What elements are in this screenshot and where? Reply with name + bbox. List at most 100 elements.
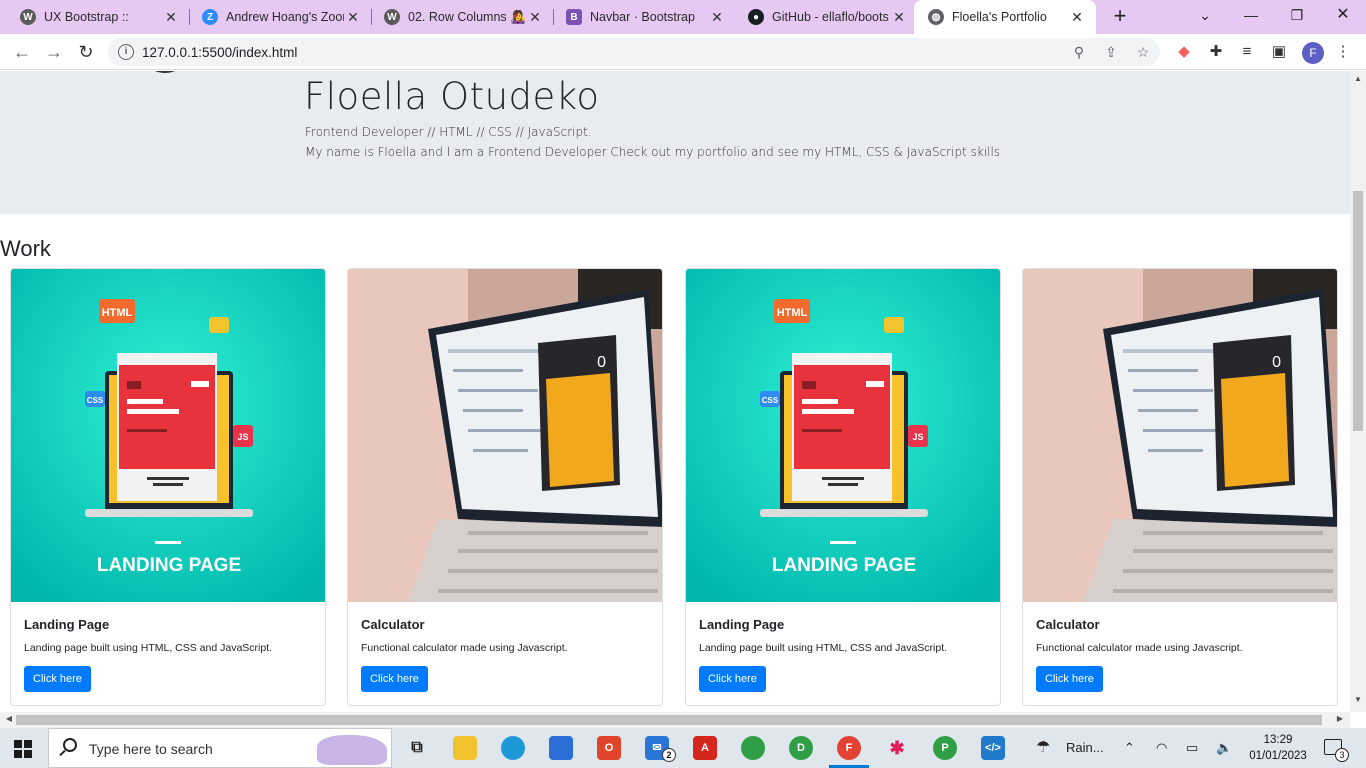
zoom-magnifier-icon[interactable]: ⚲ <box>1070 43 1088 61</box>
microsoft-store-icon[interactable] <box>549 736 573 760</box>
bookmark-star-icon[interactable]: ☆ <box>1134 43 1152 61</box>
close-tab-icon[interactable]: ✕ <box>1068 9 1086 26</box>
tab-label: Navbar · Bootstrap <box>590 10 695 24</box>
page-viewport: Floella Otudeko Frontend Developer // HT… <box>0 71 1350 712</box>
close-window-button[interactable]: ✕ <box>1320 0 1366 30</box>
back-arrow-icon[interactable]: ← <box>10 40 34 64</box>
tab-search-chevron-icon[interactable]: ⌄ <box>1182 0 1228 30</box>
browser-tab-bar: W UX Bootstrap :: ✕ Z Andrew Hoang's Zoo… <box>0 0 1366 34</box>
chrome-profile-d-icon[interactable]: D <box>789 736 813 760</box>
browser-menu-icon[interactable]: ⋮ <box>1334 43 1352 61</box>
click-here-button[interactable]: Click here <box>361 666 428 692</box>
chrome-profile-f-icon[interactable]: F <box>837 736 861 760</box>
notification-count: 3 <box>1335 748 1349 762</box>
close-tab-icon[interactable]: ✕ <box>890 9 908 26</box>
close-tab-icon[interactable]: ✕ <box>526 9 544 26</box>
card-title: Calculator <box>361 617 425 632</box>
search-highlight-illustration <box>317 735 387 765</box>
tab-navbar-bootstrap[interactable]: B Navbar · Bootstrap ✕ <box>546 0 736 34</box>
hero-subtitle: Frontend Developer // HTML // CSS // Jav… <box>305 125 592 139</box>
card-text: Functional calculator made using Javascr… <box>361 642 568 654</box>
acrobat-icon[interactable]: A <box>693 736 717 760</box>
volume-icon[interactable]: 🔈 <box>1216 740 1232 756</box>
wifi-icon[interactable]: ◠ <box>1156 740 1167 756</box>
tab-label: GitHub - ellaflo/boots <box>772 10 889 24</box>
image-caption-text: LANDING PAGE <box>772 555 916 576</box>
wordpress-icon: W <box>384 9 400 25</box>
clock-date: 01/01/2023 <box>1249 750 1307 762</box>
chrome-icon[interactable] <box>741 736 765 760</box>
forward-arrow-icon[interactable]: → <box>42 40 66 64</box>
tab-floella-portfolio[interactable]: ◍ Floella's Portfolio ✕ <box>914 0 1096 34</box>
page-title: Floella Otudeko <box>304 75 600 118</box>
browser-toolbar: ← → ↻ i 127.0.0.1:5500/index.html ⚲ ⇪ ☆ … <box>0 34 1366 70</box>
tray-chevron-up-icon[interactable]: ⌃ <box>1124 740 1135 756</box>
site-info-icon[interactable]: i <box>118 44 134 60</box>
hero-intro: My name is Floella and I am a Frontend D… <box>305 145 1001 159</box>
card-text: Landing page built using HTML, CSS and J… <box>24 642 273 654</box>
click-here-button[interactable]: Click here <box>699 666 766 692</box>
tab-github[interactable]: ● GitHub - ellaflo/boots ✕ <box>728 0 918 34</box>
calculator-image: 0 <box>1023 269 1337 602</box>
chrome-profile-p-icon[interactable]: P <box>933 736 957 760</box>
image-caption-text: LANDING PAGE <box>97 555 241 576</box>
vertical-scroll-thumb[interactable] <box>1353 191 1363 431</box>
close-tab-icon[interactable]: ✕ <box>708 9 726 26</box>
weather-text[interactable]: Rain... <box>1066 740 1104 755</box>
click-here-button[interactable]: Click here <box>1036 666 1103 692</box>
profile-avatar[interactable]: F <box>1302 42 1324 64</box>
system-clock[interactable]: 13:29 01/01/2023 <box>1246 732 1310 764</box>
work-heading: Work <box>0 236 51 261</box>
svg-text:HTML: HTML <box>777 307 808 319</box>
card-title: Landing Page <box>699 617 785 632</box>
card-text: Functional calculator made using Javascr… <box>1036 642 1243 654</box>
windows-start-icon[interactable] <box>14 740 32 758</box>
slack-icon[interactable]: ✱ <box>885 736 909 760</box>
scroll-down-arrow-icon[interactable]: ▼ <box>1350 695 1366 709</box>
horizontal-scroll-thumb[interactable] <box>16 715 1322 725</box>
close-tab-icon[interactable]: ✕ <box>344 9 362 26</box>
calculator-image: 0 <box>348 269 662 602</box>
extensions-puzzle-icon[interactable]: ✚ <box>1207 43 1225 61</box>
landing-page-image: HTML CSS JS LANDING PAGE <box>11 269 325 602</box>
card-title: Calculator <box>1036 617 1100 632</box>
tab-zoom[interactable]: Z Andrew Hoang's Zoom ✕ <box>182 0 372 34</box>
edge-browser-icon[interactable] <box>501 736 525 760</box>
address-bar[interactable]: i 127.0.0.1:5500/index.html ⚲ ⇪ ☆ <box>108 38 1160 66</box>
task-view-icon[interactable]: ⧉ <box>405 736 429 760</box>
tab-row-columns[interactable]: W 02. Row Columns 👩‍🎤👩‍🎤 ✕ <box>364 0 554 34</box>
search-placeholder: Type here to search <box>89 741 213 757</box>
scroll-right-arrow-icon[interactable]: ▶ <box>1333 714 1347 723</box>
svg-text:HTML: HTML <box>102 307 133 319</box>
calculator-display-text: 0 <box>597 354 606 371</box>
avatar <box>140 71 190 73</box>
horizontal-scrollbar[interactable]: ◀ ▶ <box>0 712 1350 728</box>
url-text[interactable]: 127.0.0.1:5500/index.html <box>142 45 297 60</box>
office-icon[interactable]: O <box>597 736 621 760</box>
new-tab-button[interactable]: + <box>1108 5 1132 29</box>
scroll-up-arrow-icon[interactable]: ▲ <box>1350 74 1366 88</box>
vertical-scrollbar[interactable]: ▲ ▼ <box>1350 71 1366 712</box>
weather-icon[interactable]: ☂ <box>1036 737 1050 757</box>
file-explorer-icon[interactable] <box>453 736 477 760</box>
scroll-left-arrow-icon[interactable]: ◀ <box>2 714 16 723</box>
tab-label: Andrew Hoang's Zoom <box>226 10 344 24</box>
minimize-button[interactable]: — <box>1228 0 1274 30</box>
project-card: 0 Calculator Functional calculator made … <box>347 268 663 706</box>
project-card: HTML CSS JS LANDING PAGE Landing Page La… <box>685 268 1001 706</box>
battery-icon[interactable]: ▭ <box>1186 740 1198 756</box>
vscode-icon[interactable]: </> <box>981 736 1005 760</box>
project-card: HTML CSS JS LANDING PAGE Landing Page La… <box>10 268 326 706</box>
extension-red-icon[interactable]: ◆ <box>1175 43 1193 61</box>
notification-center-icon[interactable]: 3 <box>1324 739 1349 762</box>
share-icon[interactable]: ⇪ <box>1102 43 1120 61</box>
close-tab-icon[interactable]: ✕ <box>162 9 180 26</box>
reload-icon[interactable]: ↻ <box>74 40 98 64</box>
side-panel-icon[interactable]: ▣ <box>1270 43 1288 61</box>
tab-ux-bootstrap[interactable]: W UX Bootstrap :: ✕ <box>0 0 190 34</box>
media-queue-icon[interactable]: ≡ <box>1238 43 1256 61</box>
taskbar-search-box[interactable]: Type here to search <box>48 728 392 768</box>
svg-text:CSS: CSS <box>762 396 779 405</box>
click-here-button[interactable]: Click here <box>24 666 91 692</box>
restore-button[interactable]: ❐ <box>1274 0 1320 30</box>
